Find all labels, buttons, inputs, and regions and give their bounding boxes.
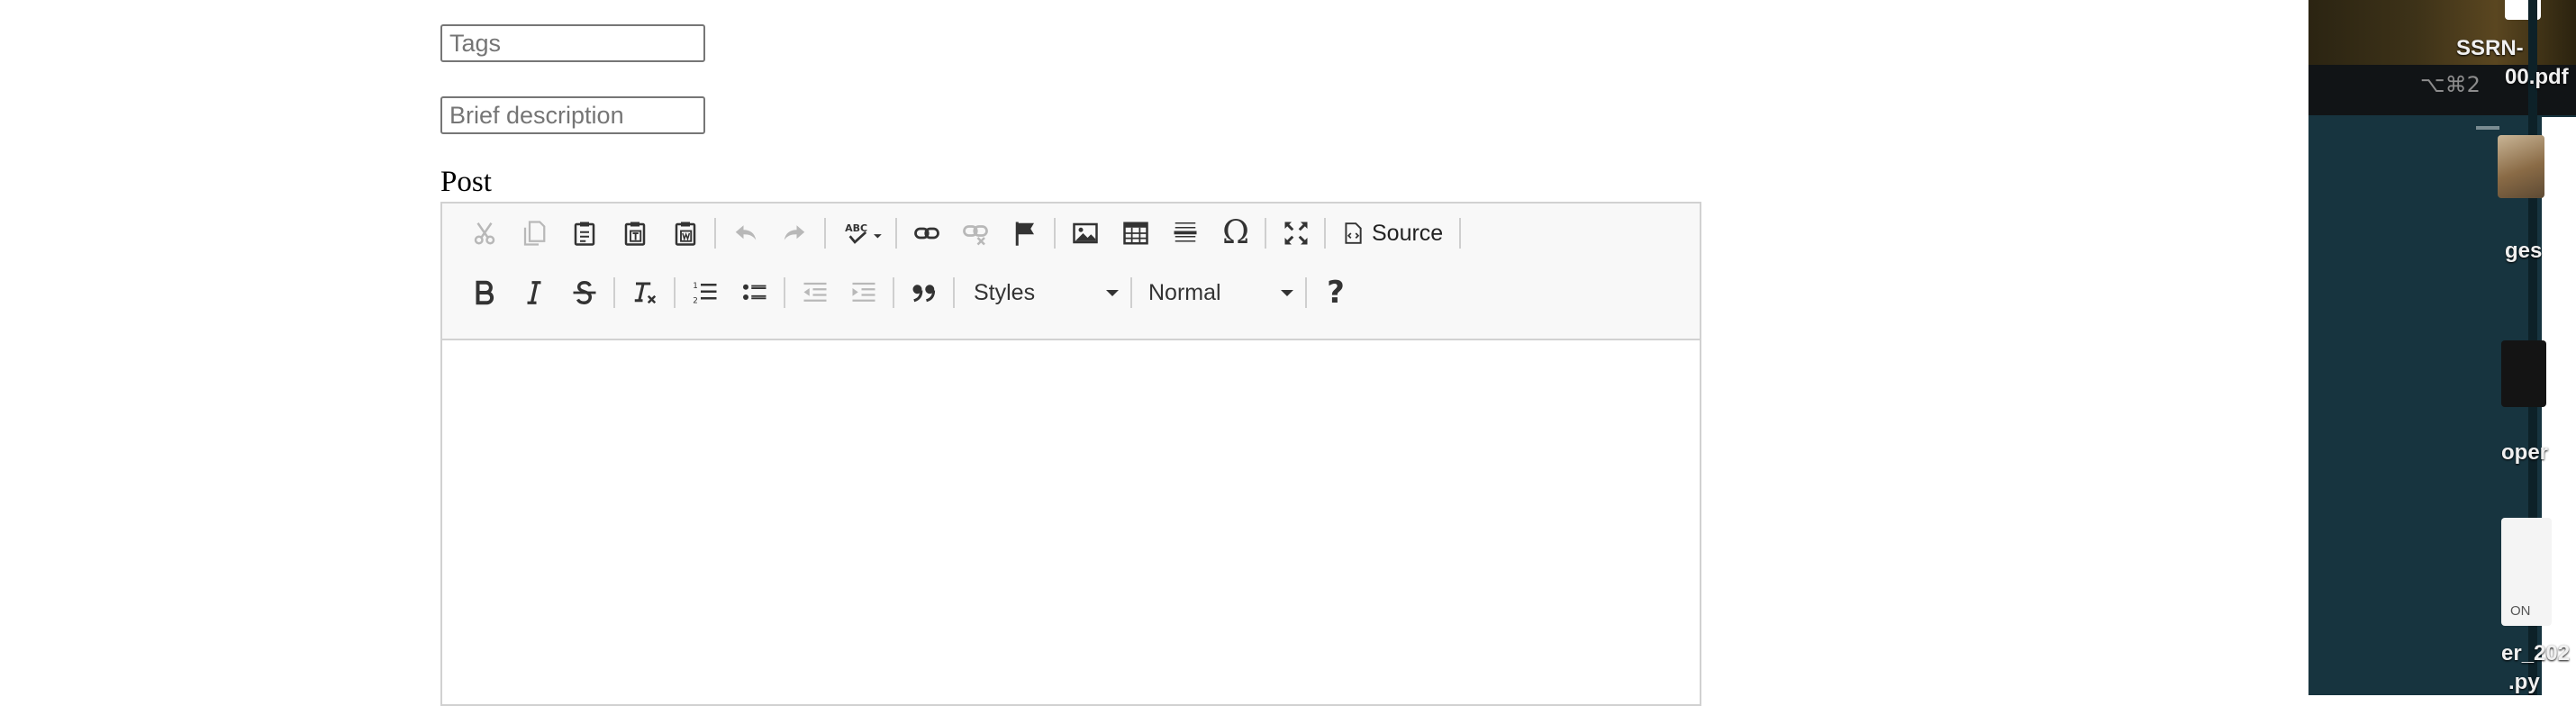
toolbar-separator <box>824 218 826 249</box>
horizontal-line-icon <box>1174 222 1197 242</box>
image-icon <box>1073 222 1098 244</box>
format-dropdown-label: Normal <box>1148 279 1221 305</box>
blockquote-button[interactable] <box>903 274 946 312</box>
remove-format-icon <box>634 282 657 304</box>
bulleted-list-icon <box>743 284 766 300</box>
app-file-icon[interactable] <box>2501 340 2546 407</box>
desktop-file-label[interactable]: SSRN- <box>2456 36 2524 61</box>
keyboard-shortcut-label: ⌥⌘2 <box>2420 72 2481 97</box>
increase-indent-button[interactable] <box>842 274 885 312</box>
unlink-icon <box>963 225 988 246</box>
copy-button[interactable] <box>512 214 556 252</box>
strikethrough-icon <box>573 280 596 305</box>
desktop-file-label[interactable]: oper <box>2501 440 2548 466</box>
editor-content-area[interactable] <box>442 340 1700 704</box>
desktop-background: ⌥⌘2 ON SSRN- 00.pdf ges oper er_202 .py <box>2308 0 2576 695</box>
toolbar-separator <box>893 277 894 308</box>
source-label: Source <box>1372 220 1444 246</box>
bulleted-list-button[interactable] <box>733 274 776 312</box>
desktop-file-label[interactable]: 00.pdf <box>2505 65 2569 90</box>
anchor-flag-icon <box>1015 222 1034 246</box>
numbered-list-button[interactable]: 12 <box>684 274 727 312</box>
numbered-list-icon: 12 <box>693 282 717 305</box>
maximize-icon <box>1284 222 1308 245</box>
help-button[interactable]: ? <box>1314 274 1357 312</box>
toolbar-separator <box>895 218 897 249</box>
styles-dropdown-label: Styles <box>974 279 1036 305</box>
spellcheck-button[interactable]: ABC <box>834 214 893 252</box>
undo-button[interactable] <box>724 214 767 252</box>
special-character-button[interactable]: Ω <box>1214 214 1257 252</box>
paste-icon <box>574 222 595 246</box>
desktop-file-label[interactable]: ges <box>2505 239 2542 264</box>
desktop-file-label[interactable]: er_202 <box>2501 641 2570 666</box>
post-label: Post <box>440 166 492 198</box>
strikethrough-button[interactable] <box>563 274 606 312</box>
brief-description-input[interactable] <box>440 96 705 134</box>
toolbar-separator <box>613 277 615 308</box>
desktop-file-label[interactable]: .py <box>2508 670 2540 695</box>
source-button[interactable]: Source <box>1341 214 1443 252</box>
link-button[interactable] <box>905 214 948 252</box>
styles-dropdown[interactable]: Styles <box>963 274 1129 312</box>
redo-button[interactable] <box>773 214 816 252</box>
italic-button[interactable] <box>512 274 556 312</box>
toolbar-separator <box>1054 218 1056 249</box>
help-icon: ? <box>1327 275 1345 311</box>
paste-as-text-button[interactable] <box>613 214 657 252</box>
svg-text:2: 2 <box>693 296 698 305</box>
image-button[interactable] <box>1064 214 1107 252</box>
chevron-down-icon <box>1106 289 1119 296</box>
undo-icon <box>735 225 757 240</box>
redo-icon <box>784 225 805 240</box>
spellcheck-icon: ABC <box>845 222 882 244</box>
toolbar-separator <box>1265 218 1266 249</box>
horizontal-line-button[interactable] <box>1164 214 1207 252</box>
maximize-button[interactable] <box>1274 214 1318 252</box>
table-icon <box>1123 222 1148 245</box>
increase-indent-icon <box>852 282 875 302</box>
svg-text:1: 1 <box>693 282 698 291</box>
editor-toolbar: ABC Ω Source 1 2 Styles Normal ? <box>442 204 1700 340</box>
italic-icon <box>527 281 541 304</box>
copy-icon <box>523 221 546 246</box>
cut-icon <box>474 222 495 245</box>
toolbar-separator <box>674 277 676 308</box>
document-badge: ON <box>2510 603 2531 619</box>
source-icon <box>1345 222 1362 244</box>
remove-format-button[interactable] <box>623 274 667 312</box>
table-button[interactable] <box>1114 214 1157 252</box>
paste-from-word-icon <box>675 222 696 246</box>
special-character-icon: Ω <box>1222 214 1249 251</box>
toolbar-separator <box>1305 277 1307 308</box>
toolbar-separator <box>1324 218 1326 249</box>
paste-button[interactable] <box>563 214 606 252</box>
anchor-button[interactable] <box>1003 214 1047 252</box>
toolbar-separator <box>1459 218 1461 249</box>
paste-text-icon <box>624 222 646 246</box>
bold-icon <box>476 280 494 305</box>
blockquote-icon <box>912 285 936 303</box>
chevron-down-icon <box>1281 289 1293 296</box>
image-file-icon[interactable] <box>2498 135 2544 198</box>
link-icon <box>914 227 939 240</box>
bold-button[interactable] <box>463 274 506 312</box>
toolbar-separator <box>784 277 785 308</box>
scroll-indicator <box>2476 126 2499 130</box>
paste-from-word-button[interactable] <box>664 214 707 252</box>
decrease-indent-button[interactable] <box>794 274 837 312</box>
rich-text-editor: ABC Ω Source 1 2 Styles Normal ? <box>440 202 1701 706</box>
cut-button[interactable] <box>463 214 506 252</box>
toolbar-separator <box>1130 277 1132 308</box>
toolbar-separator <box>714 218 716 249</box>
tags-input[interactable] <box>440 24 705 62</box>
decrease-indent-icon <box>803 282 827 302</box>
unlink-button[interactable] <box>954 214 997 252</box>
format-dropdown[interactable]: Normal <box>1138 274 1304 312</box>
toolbar-separator <box>953 277 955 308</box>
document-file-icon[interactable]: ON <box>2501 518 2552 626</box>
